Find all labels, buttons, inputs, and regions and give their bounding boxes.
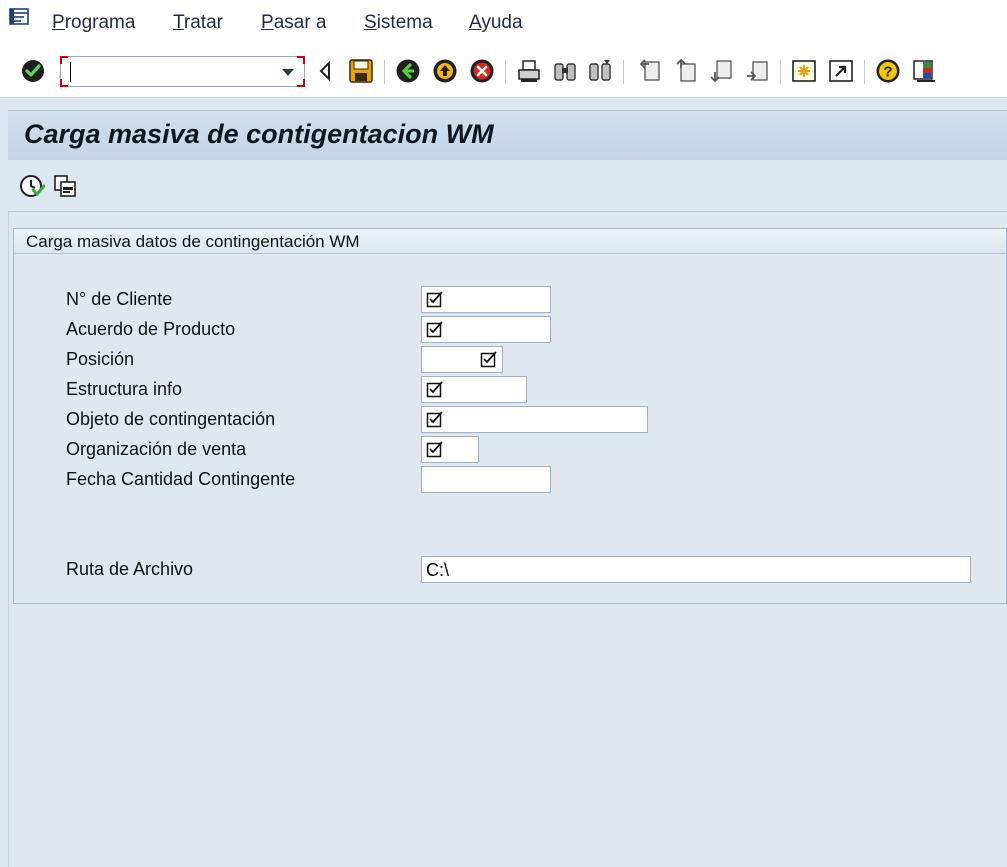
find-next-icon [589,60,611,81]
command-history-toggle[interactable] [311,57,339,85]
required-checkbox-icon [480,351,497,368]
save-button[interactable] [347,57,375,85]
required-checkbox-icon [426,321,443,338]
find-icon [554,63,576,81]
command-field-corner [60,79,68,87]
file-path-label: Ruta de Archivo [66,559,194,579]
next-page-button[interactable] [708,57,736,85]
file-path-value: C:\ [426,560,450,580]
allocation-date-field[interactable] [421,466,551,493]
command-field-corner [297,56,305,64]
toolbar-separator [505,60,506,84]
help-button[interactable]: ? [874,57,902,85]
save-icon [349,59,373,83]
new-session-icon [792,60,816,82]
menu-pasar-a[interactable]: Pasar a [261,12,327,34]
print-button[interactable] [515,57,543,85]
new-session-button[interactable] [790,57,818,85]
group-header: Carga masiva datos de contingentación WM [14,229,1006,254]
next-page-icon [710,60,732,83]
cancel-button[interactable] [468,57,496,85]
exit-icon [433,59,457,83]
allocation-object-field[interactable] [421,406,648,433]
standard-toolbar: ? [0,48,1007,98]
first-page-button[interactable] [636,57,664,85]
menu-ayuda[interactable]: Ayuda [469,12,523,34]
allocation-object-label: Objeto de contingentación [66,409,276,429]
required-checkbox-icon [426,381,443,398]
command-field-corner [60,56,68,64]
sales-organization-field[interactable] [421,436,479,463]
customer-number-field[interactable] [421,286,551,313]
product-agreement-label: Acuerdo de Producto [66,319,236,339]
enter-icon [22,60,44,82]
chevron-down-icon[interactable] [282,69,294,76]
back-button[interactable] [394,57,422,85]
required-checkbox-icon [426,441,443,458]
exit-button[interactable] [431,57,459,85]
toolbar-separator [864,60,865,84]
allocation-date-label: Fecha Cantidad Contingente [66,469,296,489]
product-agreement-field[interactable] [421,316,551,343]
first-page-icon [639,59,660,81]
command-field[interactable] [60,56,305,87]
required-checkbox-icon [426,291,443,308]
toolbar-separator [384,60,385,84]
variants-icon[interactable] [53,174,79,200]
help-icon: ? [876,59,900,83]
page-title: Carga masiva de contigentacion WM [24,119,494,149]
execute-icon[interactable] [19,174,45,200]
toolbar-separator [623,60,624,84]
previous-page-icon [676,58,696,82]
last-page-icon [747,61,768,81]
previous-page-button[interactable] [672,57,700,85]
sales-organization-label: Organización de venta [66,439,247,459]
find-button[interactable] [551,57,579,85]
cancel-icon [470,59,494,83]
file-path-field[interactable]: C:\ [421,556,971,583]
menu-sistema[interactable]: Sistema [364,12,433,34]
customize-layout-button[interactable] [910,57,938,85]
last-page-button[interactable] [744,57,772,85]
svg-text:?: ? [883,64,892,81]
customer-number-label: N° de Cliente [66,289,173,309]
find-next-button[interactable] [586,57,614,85]
customize-layout-icon [913,60,935,82]
required-checkbox-icon [426,411,443,428]
command-field-corner [297,79,305,87]
menu-programa[interactable]: Programa [52,12,135,34]
print-icon [518,60,540,82]
group-title: Carga masiva datos de contingentación WM [26,232,360,251]
menu-tratar[interactable]: Tratar [173,12,223,34]
create-shortcut-button[interactable] [827,57,855,85]
create-shortcut-icon [829,60,853,82]
info-structure-label: Estructura info [66,379,183,399]
toolbar-separator [780,60,781,84]
text-caret [70,62,71,82]
back-icon [396,59,420,83]
application-toolbar [8,160,1007,212]
position-label: Posición [66,349,135,369]
title-bar: Carga masiva de contigentacion WM [8,110,1007,160]
position-field[interactable] [421,346,503,373]
info-structure-field[interactable] [421,376,527,403]
enter-button[interactable] [19,57,47,85]
menu-bar: Programa Tratar Pasar a Sistema Ayuda [0,0,1007,48]
back-triangle-icon [319,60,330,82]
menu-list-icon[interactable] [8,7,32,27]
